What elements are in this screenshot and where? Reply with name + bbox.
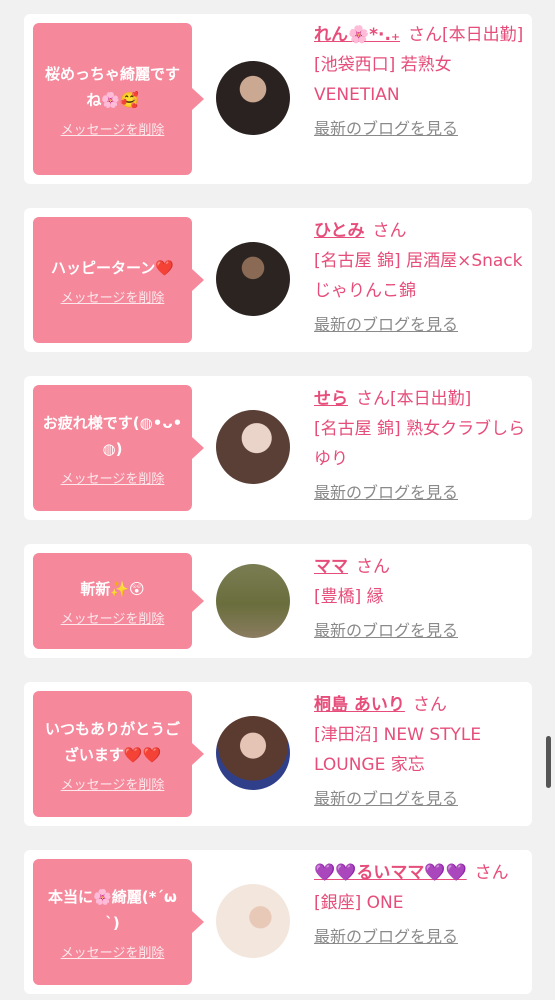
message-text: ハッピーターン❤️ bbox=[51, 258, 174, 277]
latest-blog-link[interactable]: 最新のブログを見る bbox=[314, 478, 458, 508]
scrollbar[interactable] bbox=[546, 736, 551, 788]
honorific-label: さん bbox=[407, 25, 442, 45]
message-bubble: 桜めっちゃ綺麗ですね🌸🥰 メッセージを削除 bbox=[33, 23, 204, 175]
avatar[interactable] bbox=[216, 884, 290, 958]
message-list: 桜めっちゃ綺麗ですね🌸🥰 メッセージを削除 れん🌸*·.₊ さん[本日出勤] [池… bbox=[0, 0, 555, 1000]
message-text: お疲れ様です(◍•ᴗ•◍) bbox=[42, 413, 183, 458]
latest-blog-link[interactable]: 最新のブログを見る bbox=[314, 114, 458, 144]
cast-name-link[interactable]: れん🌸*·.₊ bbox=[314, 25, 400, 45]
message-text: いつもありがとうございます❤️❤️ bbox=[44, 719, 180, 764]
message-card: お疲れ様です(◍•ᴗ•◍) メッセージを削除 せら さん[本日出勤] [名古屋 錦… bbox=[24, 376, 532, 520]
message-text: 桜めっちゃ綺麗ですね🌸🥰 bbox=[44, 64, 180, 109]
message-card: 本当に🌸綺麗(*´ω`) メッセージを削除 💜💜るいママ💜💜 さん [銀座] ON… bbox=[24, 850, 532, 994]
avatar[interactable] bbox=[216, 564, 290, 638]
delete-message-link[interactable]: メッセージを削除 bbox=[61, 287, 165, 306]
message-card: 桜めっちゃ綺麗ですね🌸🥰 メッセージを削除 れん🌸*·.₊ さん[本日出勤] [池… bbox=[24, 14, 532, 184]
delete-message-link[interactable]: メッセージを削除 bbox=[61, 468, 165, 487]
cast-name-link[interactable]: ママ bbox=[314, 557, 348, 577]
message-bubble: いつもありがとうございます❤️❤️ メッセージを削除 bbox=[33, 691, 204, 817]
shop-label: [津田沼] NEW STYLE LOUNGE 家忘 bbox=[314, 725, 482, 775]
message-bubble: 斬新✨😲 メッセージを削除 bbox=[33, 553, 204, 649]
honorific-label: さん bbox=[356, 389, 390, 409]
delete-message-link[interactable]: メッセージを削除 bbox=[61, 119, 165, 138]
message-bubble: お疲れ様です(◍•ᴗ•◍) メッセージを削除 bbox=[33, 385, 204, 511]
delete-message-link[interactable]: メッセージを削除 bbox=[61, 608, 165, 627]
cast-name-link[interactable]: ひとみ bbox=[314, 221, 365, 241]
message-card: いつもありがとうございます❤️❤️ メッセージを削除 桐島 あいり さん [津田沼… bbox=[24, 682, 532, 826]
avatar[interactable] bbox=[216, 242, 290, 316]
honorific-label: さん bbox=[474, 863, 509, 883]
shop-label: [名古屋 錦] 居酒屋×Snack じゃりんこ錦 bbox=[314, 251, 523, 301]
avatar[interactable] bbox=[216, 61, 290, 135]
latest-blog-link[interactable]: 最新のブログを見る bbox=[314, 784, 458, 814]
honorific-label: さん bbox=[356, 557, 390, 577]
latest-blog-link[interactable]: 最新のブログを見る bbox=[314, 922, 458, 952]
status-label: [本日出勤] bbox=[441, 25, 524, 45]
cast-name-link[interactable]: 桐島 あいり bbox=[314, 695, 405, 715]
avatar[interactable] bbox=[216, 410, 290, 484]
cast-name-link[interactable]: せら bbox=[314, 389, 348, 409]
message-bubble: ハッピーターン❤️ メッセージを削除 bbox=[33, 217, 204, 343]
shop-label: [池袋西口] 若熟女VENETIAN bbox=[314, 55, 452, 105]
latest-blog-link[interactable]: 最新のブログを見る bbox=[314, 310, 458, 340]
latest-blog-link[interactable]: 最新のブログを見る bbox=[314, 616, 458, 646]
message-card: 斬新✨😲 メッセージを削除 ママ さん [豊橋] 縁 最新のブログを見る bbox=[24, 544, 532, 658]
shop-label: [銀座] ONE bbox=[314, 893, 404, 913]
honorific-label: さん bbox=[412, 695, 447, 715]
honorific-label: さん bbox=[372, 221, 407, 241]
message-card: ハッピーターン❤️ メッセージを削除 ひとみ さん [名古屋 錦] 居酒屋×Sna… bbox=[24, 208, 532, 352]
delete-message-link[interactable]: メッセージを削除 bbox=[61, 942, 165, 961]
cast-name-link[interactable]: 💜💜るいママ💜💜 bbox=[314, 863, 467, 883]
message-text: 斬新✨😲 bbox=[80, 579, 145, 598]
shop-label: [名古屋 錦] 熟女クラブしらゆり bbox=[314, 419, 526, 469]
status-label: [本日出勤] bbox=[390, 389, 472, 409]
avatar[interactable] bbox=[216, 716, 290, 790]
message-text: 本当に🌸綺麗(*´ω`) bbox=[48, 887, 177, 932]
message-bubble: 本当に🌸綺麗(*´ω`) メッセージを削除 bbox=[33, 859, 204, 985]
delete-message-link[interactable]: メッセージを削除 bbox=[61, 774, 165, 793]
shop-label: [豊橋] 縁 bbox=[314, 587, 384, 607]
